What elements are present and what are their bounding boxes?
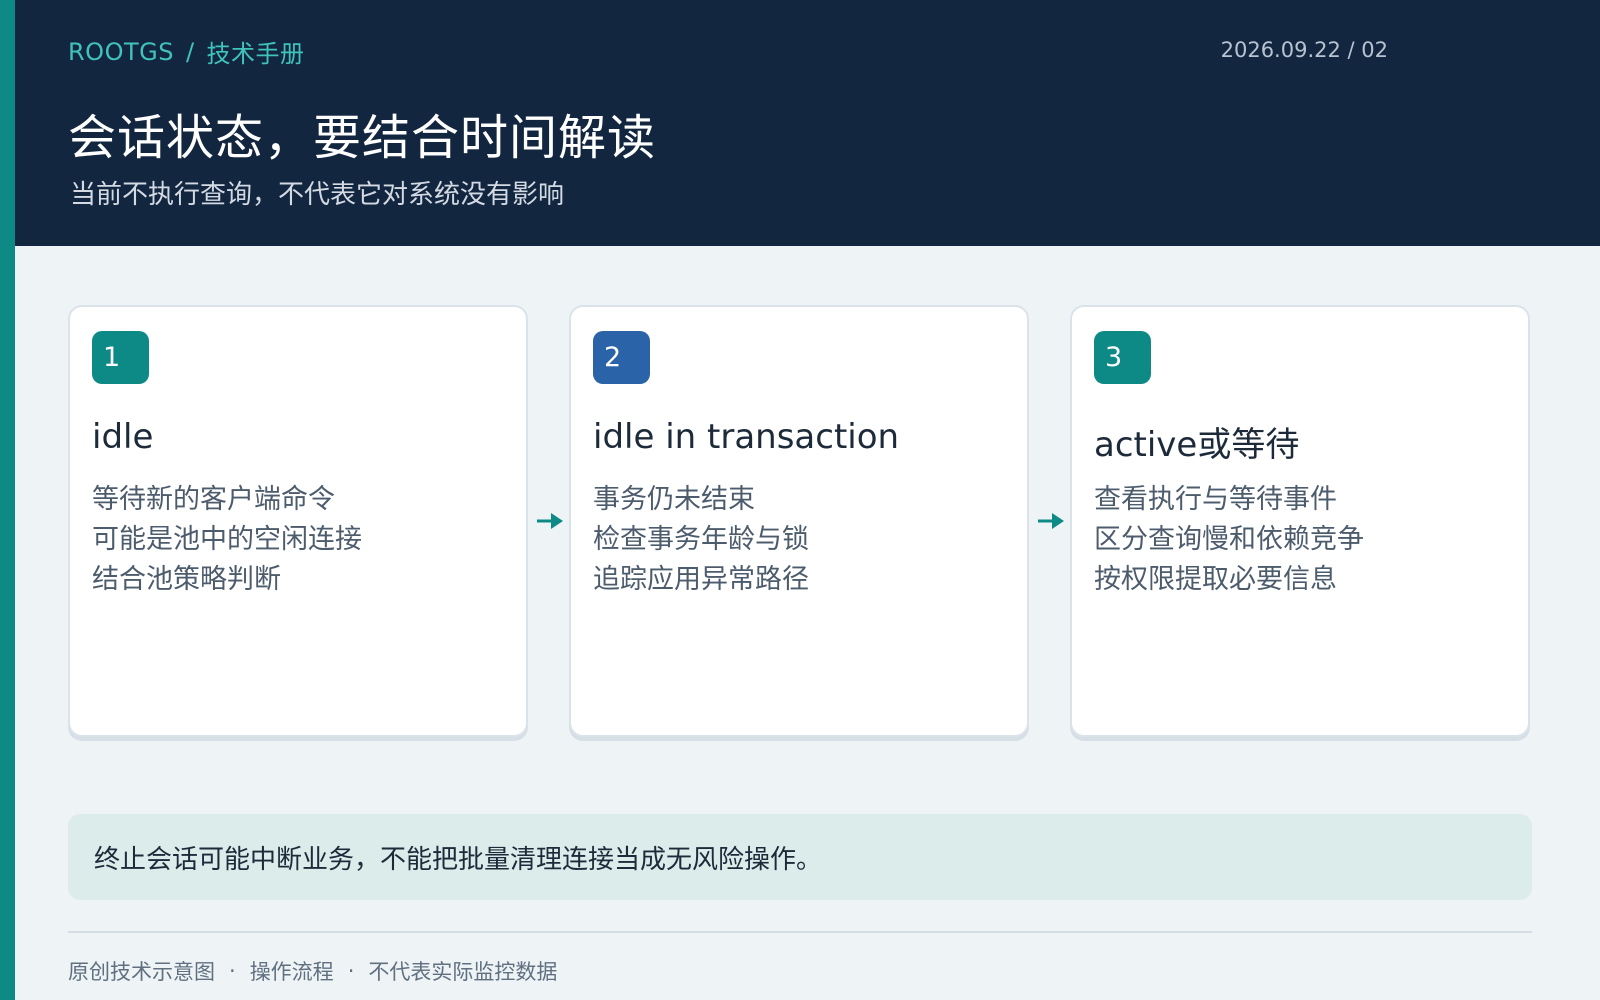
step-badge: 2 [593,331,650,384]
step-badge: 1 [92,331,149,384]
card-line: 结合池策略判断 [92,564,281,595]
page: ROOTGS / 技术手册 2026.09.22 / 02 会话状态，要结合时间… [0,0,1600,1000]
card-lines: 查看执行与等待事件 区分查询慢和依赖竞争 按权限提取必要信息 [1094,480,1364,600]
footer-item: 原创技术示意图 [68,960,215,984]
step-badge: 3 [1094,331,1151,384]
card-lines: 事务仍未结束 检查事务年龄与锁 追踪应用异常路径 [593,480,809,600]
warning-notice: 终止会话可能中断业务，不能把批量清理连接当成无风险操作。 [68,814,1532,900]
footer-separator: · [347,959,355,983]
state-card-active-or-waiting: 3 active或等待 查看执行与等待事件 区分查询慢和依赖竞争 按权限提取必要… [1070,305,1530,737]
state-card-idle-in-transaction: 2 idle in transaction 事务仍未结束 检查事务年龄与锁 追踪… [569,305,1029,737]
footer: 原创技术示意图 · 操作流程 · 不代表实际监控数据 [68,956,557,986]
card-line: 检查事务年龄与锁 [593,524,809,555]
footer-divider [68,931,1532,933]
card-line: 按权限提取必要信息 [1094,564,1337,595]
card-line: 查看执行与等待事件 [1094,484,1337,515]
card-title: idle in transaction [593,417,900,457]
card-line: 区分查询慢和依赖竞争 [1094,524,1364,555]
card-line: 事务仍未结束 [593,484,755,515]
footer-item: 操作流程 [249,960,334,984]
card-title: active或等待 [1094,425,1300,465]
card-line: 可能是池中的空闲连接 [92,524,362,555]
footer-separator: · [229,959,236,983]
card-lines: 等待新的客户端命令 可能是池中的空闲连接 结合池策略判断 [92,480,362,600]
arrow-right-icon [537,513,563,529]
card-line: 等待新的客户端命令 [92,484,335,515]
state-card-idle: 1 idle 等待新的客户端命令 可能是池中的空闲连接 结合池策略判断 [68,305,528,737]
footer-item: 不代表实际监控数据 [368,960,558,984]
arrow-right-icon [1038,513,1064,529]
card-line: 追踪应用异常路径 [593,564,809,595]
card-title: idle [92,417,154,457]
